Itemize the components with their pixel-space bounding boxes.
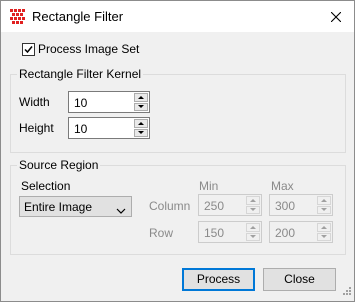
row-max-decrement-button[interactable] <box>317 232 331 241</box>
row-min-spinbox[interactable]: 150 <box>198 221 262 243</box>
spin-down-icon <box>321 235 327 239</box>
column-max-decrement-button[interactable] <box>317 205 331 214</box>
column-max-spinbox[interactable]: 300 <box>269 194 333 216</box>
resize-grip-icon[interactable] <box>341 284 351 298</box>
column-min-value: 250 <box>204 199 225 213</box>
kernel-group-title: Rectangle Filter Kernel <box>17 67 144 81</box>
kernel-group: Rectangle Filter Kernel <box>10 67 346 153</box>
close-button[interactable]: Close <box>263 268 336 291</box>
width-increment-button[interactable] <box>134 93 148 102</box>
column-max-increment-button[interactable] <box>317 196 331 205</box>
width-spinbox[interactable]: 10 <box>68 91 150 113</box>
row-max-value: 200 <box>275 226 296 240</box>
spin-down-icon <box>138 131 144 135</box>
column-min-spinbox[interactable]: 250 <box>198 194 262 216</box>
grid-icon <box>10 9 26 25</box>
max-header: Max <box>271 179 294 193</box>
close-icon <box>331 11 341 22</box>
spin-up-icon <box>138 95 144 99</box>
height-decrement-button[interactable] <box>134 128 148 137</box>
spin-down-icon <box>321 208 327 212</box>
spin-down-icon <box>250 208 256 212</box>
min-header: Min <box>199 179 219 193</box>
selection-value: Entire Image <box>24 200 93 214</box>
height-increment-button[interactable] <box>134 119 148 128</box>
height-label: Height <box>19 121 54 135</box>
height-value: 10 <box>74 122 88 136</box>
spin-up-icon <box>138 121 144 125</box>
spin-up-icon <box>250 225 256 229</box>
source-region-title: Source Region <box>17 158 101 172</box>
row-min-decrement-button[interactable] <box>246 232 260 241</box>
width-decrement-button[interactable] <box>134 102 148 111</box>
column-max-value: 300 <box>275 199 296 213</box>
column-min-decrement-button[interactable] <box>246 205 260 214</box>
spin-down-icon <box>138 105 144 109</box>
dialog-window: Rectangle Filter Process Image Set Recta… <box>0 0 355 302</box>
process-image-set-label: Process Image Set <box>38 42 140 56</box>
row-max-increment-button[interactable] <box>317 223 331 232</box>
window-title: Rectangle Filter <box>32 9 124 24</box>
selection-label: Selection <box>21 179 71 193</box>
row-label: Row <box>149 226 174 240</box>
spin-up-icon <box>250 198 256 202</box>
process-image-set-checkbox[interactable] <box>22 42 35 56</box>
close-window-button[interactable] <box>318 1 354 32</box>
row-min-value: 150 <box>204 226 225 240</box>
title-bar: Rectangle Filter <box>1 1 354 32</box>
chevron-down-icon <box>116 203 126 217</box>
spin-up-icon <box>321 198 327 202</box>
row-min-increment-button[interactable] <box>246 223 260 232</box>
width-label: Width <box>19 95 50 109</box>
spin-up-icon <box>321 225 327 229</box>
spin-down-icon <box>250 235 256 239</box>
row-max-spinbox[interactable]: 200 <box>269 221 333 243</box>
selection-dropdown[interactable]: Entire Image <box>19 196 132 217</box>
height-spinbox[interactable]: 10 <box>68 117 150 139</box>
process-image-set-option[interactable]: Process Image Set <box>22 42 139 56</box>
width-value: 10 <box>74 96 88 110</box>
column-min-increment-button[interactable] <box>246 196 260 205</box>
process-button[interactable]: Process <box>182 268 255 291</box>
column-label: Column <box>149 199 191 213</box>
